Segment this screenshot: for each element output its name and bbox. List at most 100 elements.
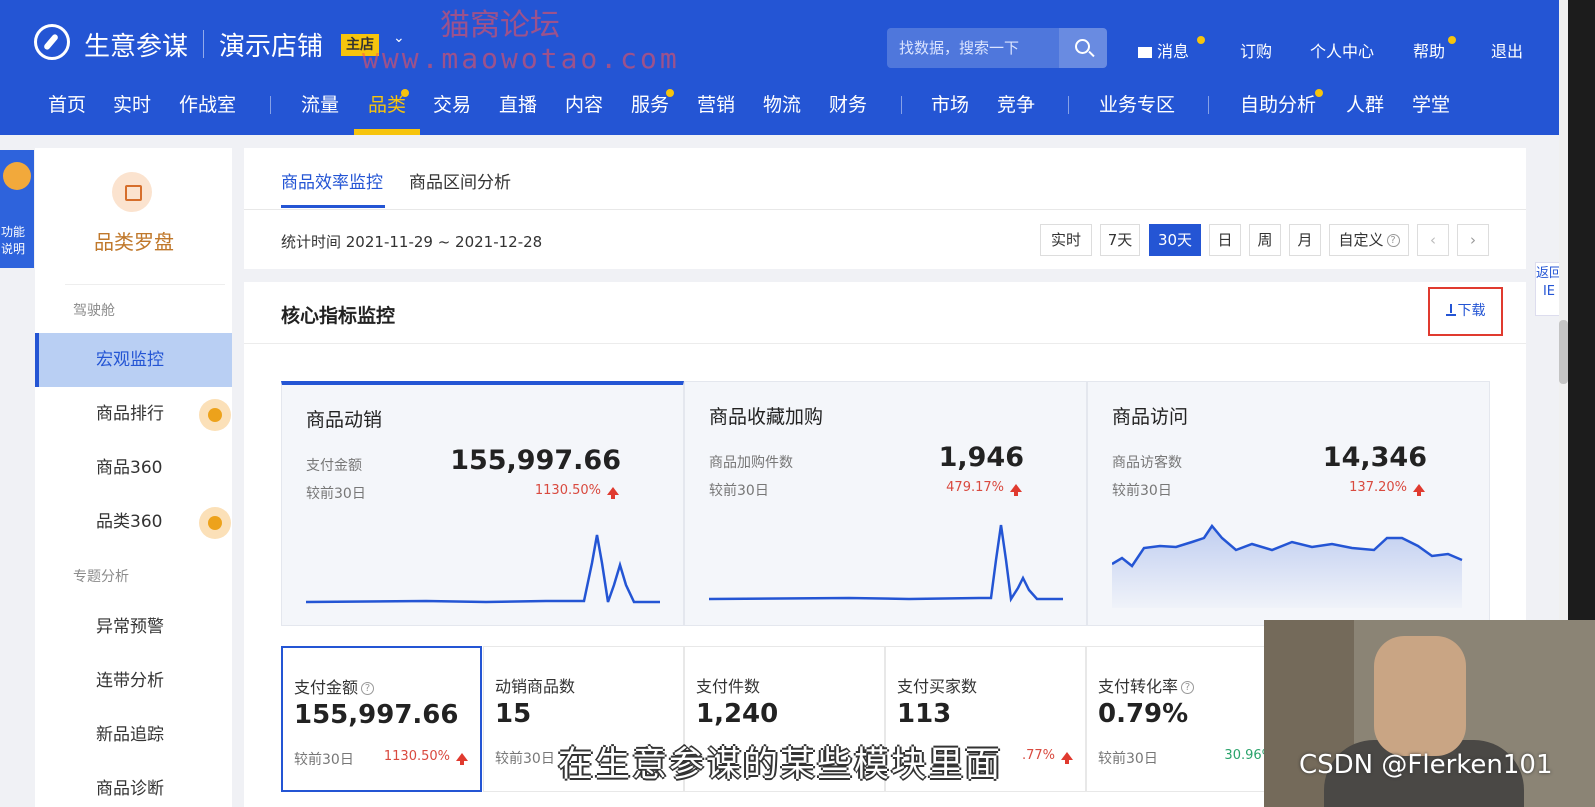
nav-service[interactable]: 服务 [631, 90, 669, 117]
metric-card-visits[interactable]: 商品访问 商品访客数 14,346 较前30日 137.20% [1087, 381, 1490, 626]
nav-divider [1208, 96, 1209, 114]
help-icon[interactable]: ? [1181, 681, 1195, 694]
kpi-card-conversion-rate[interactable]: 支付转化率? 0.79% 较前30日 30.96% [1086, 646, 1287, 792]
logout-link[interactable]: 退出 [1491, 38, 1523, 62]
search-box [887, 28, 1107, 68]
page-scrollbar-thumb[interactable] [1559, 320, 1568, 384]
nav-self-analysis[interactable]: 自助分析 [1240, 90, 1316, 117]
kpi-value: 15 [495, 699, 532, 729]
metric-value: 155,997.66 [450, 445, 621, 476]
nav-content[interactable]: 内容 [565, 90, 603, 117]
time-realtime-button[interactable]: 实时 [1040, 224, 1092, 256]
nav-market[interactable]: 市场 [931, 90, 969, 117]
kpi-value: 155,997.66 [294, 700, 459, 730]
nav-traffic[interactable]: 流量 [301, 90, 339, 117]
messages-link[interactable]: 消息 [1138, 38, 1189, 62]
sparkline-sales [306, 534, 660, 604]
nav-trade[interactable]: 交易 [433, 90, 471, 117]
sidebar-item-macro-monitor[interactable]: 宏观监控 [35, 333, 232, 387]
metric-card-sales[interactable]: 商品动销 支付金额 155,997.66 较前30日 1130.50% [281, 381, 684, 626]
help-icon[interactable]: ? [361, 682, 375, 695]
metric-label: 商品加购件数 [709, 455, 793, 471]
nav-finance[interactable]: 财务 [829, 90, 867, 117]
kpi-change-value: 1130.50% [383, 749, 450, 764]
core-divider [244, 343, 1526, 344]
nav-service-dot [666, 89, 674, 97]
time-custom-button[interactable]: 自定义? [1329, 224, 1409, 256]
top-header: 生意参谋 演示店铺 主店 ⌄ 猫窝论坛 www.maowotao.com 消息 … [0, 0, 1595, 135]
compass-logo-icon[interactable] [34, 24, 70, 60]
sidebar-item-anomaly-alert[interactable]: 异常预警 [35, 600, 232, 654]
help-icon: ? [1386, 234, 1400, 247]
time-month-button[interactable]: 月 [1289, 224, 1321, 256]
mail-icon [1138, 47, 1152, 58]
nav-crowd[interactable]: 人群 [1346, 90, 1384, 117]
download-button[interactable]: 下载 [1428, 287, 1503, 336]
up-arrow-icon [1010, 483, 1022, 496]
nav-realtime[interactable]: 实时 [113, 90, 151, 117]
nav-business-zone[interactable]: 业务专区 [1099, 90, 1175, 117]
nav-marketing[interactable]: 营销 [697, 90, 735, 117]
nav-logistics[interactable]: 物流 [763, 90, 801, 117]
metric-card-title: 商品动销 [306, 409, 383, 431]
time-7d-button[interactable]: 7天 [1100, 224, 1140, 256]
nav-competition[interactable]: 竞争 [997, 90, 1035, 117]
metric-compare-label: 较前30日 [1112, 483, 1172, 499]
metric-change-value: 1130.50% [534, 483, 601, 498]
nav-divider [1068, 96, 1069, 114]
feature-guide-label: 功能说明 [1, 225, 26, 256]
video-subtitle: 在生意参谋的某些模块里面 [558, 745, 1003, 785]
prev-period-button[interactable]: ‹ [1417, 224, 1449, 256]
sidebar-item-product-360[interactable]: 商品360 [35, 441, 232, 495]
feature-guide-mascot[interactable]: 功能说明 [0, 150, 34, 268]
webcam-person-face [1374, 636, 1466, 756]
kpi-card-pay-amount[interactable]: 支付金额? 155,997.66 较前30日 1130.50% [281, 646, 482, 792]
search-button[interactable] [1059, 28, 1107, 68]
kpi-label: 动销商品数 [495, 677, 576, 696]
tab-product-efficiency[interactable]: 商品效率监控 [281, 168, 383, 193]
new-badge-icon [199, 507, 231, 539]
kpi-label: 支付转化率 [1098, 677, 1179, 696]
time-day-button[interactable]: 日 [1209, 224, 1241, 256]
metric-card-favorites[interactable]: 商品收藏加购 商品加购件数 1,946 较前30日 479.17% [684, 381, 1087, 626]
brand-name[interactable]: 生意参谋 [84, 26, 188, 63]
download-icon [1445, 304, 1456, 316]
nav-live[interactable]: 直播 [499, 90, 537, 117]
shop-name[interactable]: 演示店铺 [219, 26, 323, 63]
messages-label: 消息 [1157, 42, 1190, 61]
kpi-change: .77% [1022, 748, 1073, 764]
search-input[interactable] [887, 28, 1059, 68]
time-custom-label: 自定义 [1338, 231, 1384, 249]
metric-change: 1130.50% [534, 483, 619, 499]
up-arrow-icon [456, 752, 468, 765]
metric-card-title: 商品收藏加购 [709, 406, 824, 428]
help-link[interactable]: 帮助 [1413, 38, 1445, 62]
sidebar-item-new-product-tracking[interactable]: 新品追踪 [35, 708, 232, 762]
next-period-button[interactable]: › [1457, 224, 1489, 256]
sidebar-item-product-diagnosis[interactable]: 商品诊断 [35, 762, 232, 807]
tab-panel: 商品效率监控 商品区间分析 统计时间 2021-11-29 ~ 2021-12-… [244, 148, 1526, 269]
up-arrow-icon [607, 486, 619, 499]
sidebar-item-linkage-analysis[interactable]: 连带分析 [35, 654, 232, 708]
sparkline-favorites [709, 524, 1063, 603]
brand-divider [203, 30, 204, 58]
shopping-bag-icon [112, 172, 152, 212]
time-30d-button[interactable]: 30天 [1149, 224, 1201, 256]
nav-home[interactable]: 首页 [48, 90, 86, 117]
time-week-button[interactable]: 周 [1249, 224, 1281, 256]
kpi-label-wrap: 支付金额? [294, 674, 375, 698]
help-dot [1448, 36, 1456, 44]
sidebar-group-topic: 专题分析 [73, 569, 129, 585]
personal-center-link[interactable]: 个人中心 [1310, 38, 1374, 62]
sidebar: 品类罗盘 驾驶舱 宏观监控 商品排行 商品360 品类360 专题分析 异常预警… [35, 148, 232, 807]
nav-war-room[interactable]: 作战室 [179, 90, 236, 117]
new-badge-icon [199, 399, 231, 431]
subscribe-link[interactable]: 订购 [1240, 38, 1272, 62]
nav-academy[interactable]: 学堂 [1412, 90, 1450, 117]
kpi-compare-label: 较前30日 [495, 751, 555, 767]
nav-self-analysis-dot [1315, 89, 1323, 97]
tab-product-range[interactable]: 商品区间分析 [409, 168, 511, 193]
sidebar-group-cockpit: 驾驶舱 [73, 303, 115, 319]
kpi-compare-label: 较前30日 [294, 752, 354, 768]
kpi-change: 1130.50% [383, 749, 468, 765]
